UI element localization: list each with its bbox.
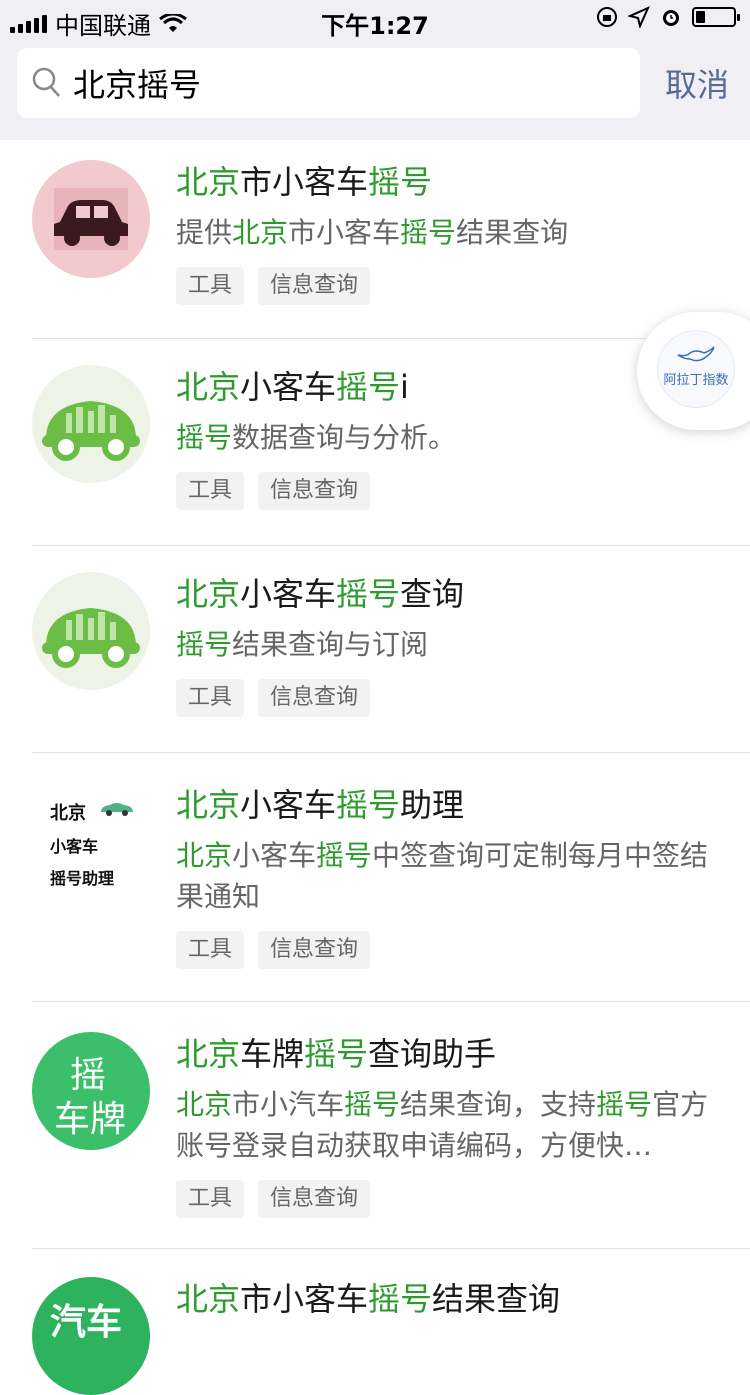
avatar-text: 小客车 bbox=[50, 837, 99, 856]
item-title: 北京车牌摇号查询助手 bbox=[176, 1035, 497, 1073]
mini-program-avatar bbox=[32, 572, 150, 690]
item-tags: 工具 信息查询 bbox=[176, 931, 730, 969]
search-input[interactable] bbox=[73, 58, 613, 108]
status-bar: 中国联通 下午1:27 bbox=[0, 0, 750, 40]
tag: 信息查询 bbox=[258, 679, 371, 717]
item-tags: 工具 信息查询 bbox=[176, 1180, 730, 1218]
tag: 信息查询 bbox=[258, 1180, 371, 1218]
tag: 信息查询 bbox=[258, 472, 371, 510]
car-icon bbox=[101, 803, 133, 816]
tag: 信息查询 bbox=[258, 267, 371, 305]
item-title: 北京小客车摇号查询 bbox=[176, 575, 465, 613]
avatar-text: 汽车 bbox=[50, 1302, 123, 1343]
item-description: 北京市小汽车摇号结果查询，支持摇号官方账号登录自动获取申请编码，方便快… bbox=[176, 1088, 709, 1162]
item-description: 摇号结果查询与订阅 bbox=[176, 628, 429, 661]
tag: 工具 bbox=[176, 1180, 245, 1218]
magic-lamp-icon bbox=[677, 346, 715, 362]
item-title: 北京市小客车摇号 bbox=[176, 163, 433, 201]
mini-program-avatar: 北京 小客车 摇号助理 bbox=[32, 783, 150, 901]
item-description: 北京小客车摇号中签查询可定制每月中签结果通知 bbox=[176, 839, 709, 913]
green-car-icon bbox=[42, 401, 140, 461]
floating-widget-label: 阿拉丁指数 bbox=[663, 373, 729, 388]
tag: 工具 bbox=[176, 472, 245, 510]
item-title: 北京小客车摇号助理 bbox=[176, 786, 465, 824]
list-item[interactable]: 北京市小客车摇号 提供北京市小客车摇号结果查询 工具 信息查询 bbox=[32, 140, 750, 339]
item-title: 北京市小客车摇号结果查询 bbox=[176, 1280, 561, 1318]
mini-program-avatar bbox=[32, 365, 150, 483]
item-description: 摇号数据查询与分析。 bbox=[176, 421, 457, 454]
results-list: 北京市小客车摇号 提供北京市小客车摇号结果查询 工具 信息查询 北京小客车摇号i… bbox=[0, 140, 750, 1395]
tag: 工具 bbox=[176, 931, 245, 969]
avatar-text: 北京 bbox=[50, 803, 86, 824]
avatar-text: 摇号助理 bbox=[50, 869, 115, 888]
car-icon bbox=[54, 188, 128, 250]
list-item[interactable]: 汽车 北京市小客车摇号结果查询 bbox=[32, 1249, 750, 1395]
alarm-icon bbox=[663, 10, 679, 26]
battery-icon bbox=[692, 7, 740, 27]
avatar-text: 车牌 bbox=[54, 1099, 127, 1140]
item-tags: 工具 信息查询 bbox=[176, 679, 730, 717]
list-item[interactable]: 北京 小客车 摇号助理 北京小客车摇号助理 北京小客车摇号中签查询可定制每月中签… bbox=[32, 753, 750, 1002]
mini-program-avatar bbox=[32, 160, 150, 278]
item-description: 提供北京市小客车摇号结果查询 bbox=[176, 216, 569, 249]
tag: 信息查询 bbox=[258, 931, 371, 969]
cancel-button[interactable]: 取消 bbox=[665, 60, 729, 106]
location-icon bbox=[628, 6, 650, 28]
tag: 工具 bbox=[176, 679, 245, 717]
mini-program-avatar: 摇 车牌 bbox=[32, 1032, 150, 1150]
search-icon bbox=[32, 67, 60, 97]
item-tags: 工具 信息查询 bbox=[176, 267, 730, 305]
tag: 工具 bbox=[176, 267, 245, 305]
list-item[interactable]: 摇 车牌 北京车牌摇号查询助手 北京市小汽车摇号结果查询，支持摇号官方账号登录自… bbox=[32, 1002, 750, 1249]
rotation-lock-icon bbox=[597, 7, 617, 27]
item-tags: 工具 信息查询 bbox=[176, 472, 730, 510]
mini-program-avatar: 汽车 bbox=[32, 1277, 150, 1395]
lamp-icon: 阿拉丁指数 bbox=[657, 330, 735, 408]
floating-widget-button[interactable]: 阿拉丁指数 bbox=[637, 312, 750, 430]
list-item[interactable]: 北京小客车摇号查询 摇号结果查询与订阅 工具 信息查询 bbox=[32, 546, 750, 753]
green-car-icon bbox=[42, 608, 140, 668]
search-bar[interactable] bbox=[17, 48, 640, 118]
